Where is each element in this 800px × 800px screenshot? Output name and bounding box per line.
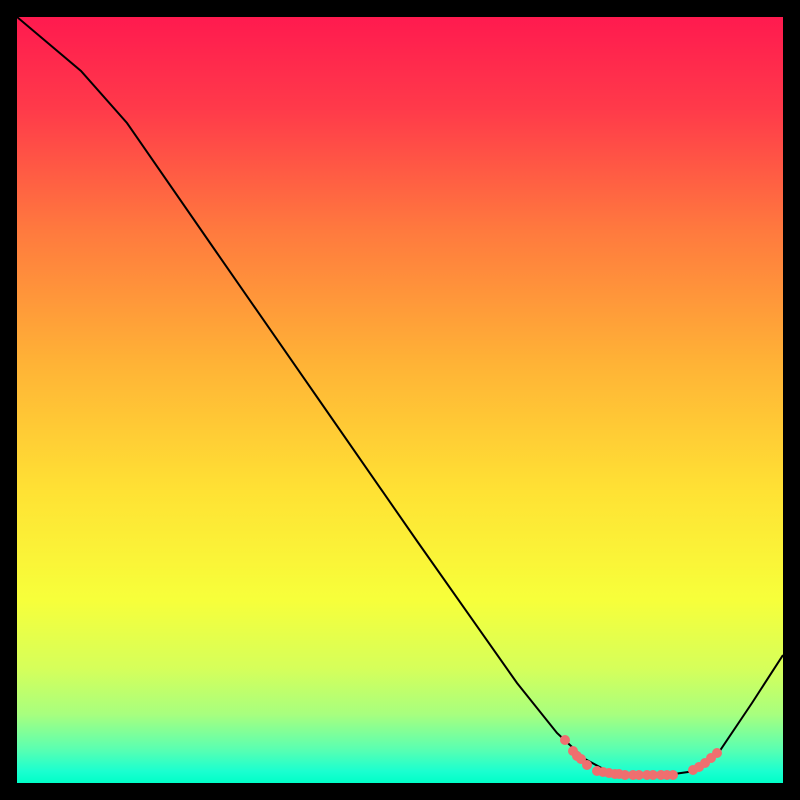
bottleneck-chart	[17, 17, 783, 783]
chart-background	[17, 17, 783, 783]
marker-dot	[712, 748, 722, 758]
marker-dot	[668, 770, 678, 780]
chart-frame: TheBottleneck.com	[17, 17, 783, 783]
marker-dot	[582, 760, 592, 770]
marker-dot	[560, 735, 570, 745]
